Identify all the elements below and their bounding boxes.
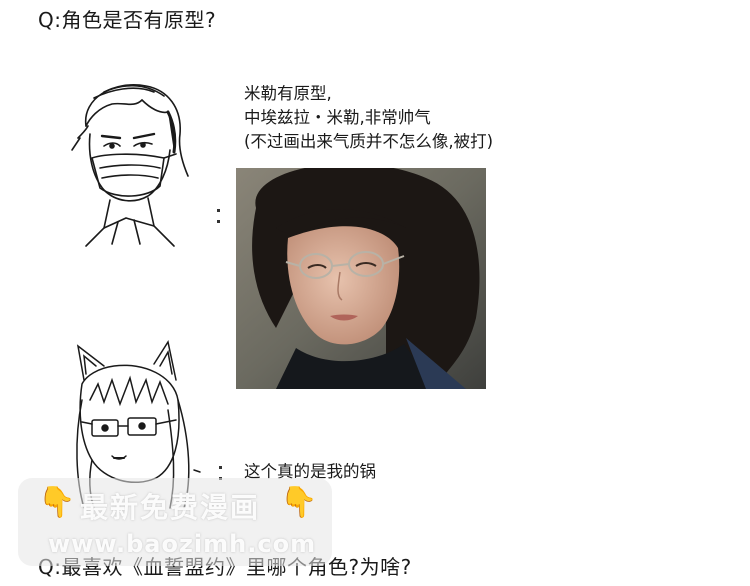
question-heading: Q:角色是否有原型? — [38, 8, 217, 32]
masked-man-sketch — [64, 78, 194, 248]
dot-marker — [219, 466, 222, 469]
answer-line-2: 中埃兹拉・米勒,非常帅气 — [244, 108, 431, 127]
answer-text: 米勒有原型, 中埃兹拉・米勒,非常帅气 (不过画出来气质并不怎么像,被打) — [244, 82, 493, 154]
watermark-url: www.baozimh.com — [48, 530, 317, 558]
answer-line-1: 米勒有原型, — [244, 84, 332, 103]
pointing-down-hand-icon: 👇 — [38, 485, 76, 520]
dot-marker — [217, 209, 220, 212]
dot-marker — [217, 220, 220, 223]
answer-line-3: (不过画出来气质并不怎么像,被打) — [244, 132, 494, 151]
pointing-down-hand-icon: 👇 — [280, 485, 318, 520]
watermark-banner: 👇 最新免费漫画 👇 www.baozimh.com — [18, 478, 332, 566]
watermark-title: 最新免费漫画 — [80, 491, 261, 524]
reference-photo — [236, 168, 486, 389]
